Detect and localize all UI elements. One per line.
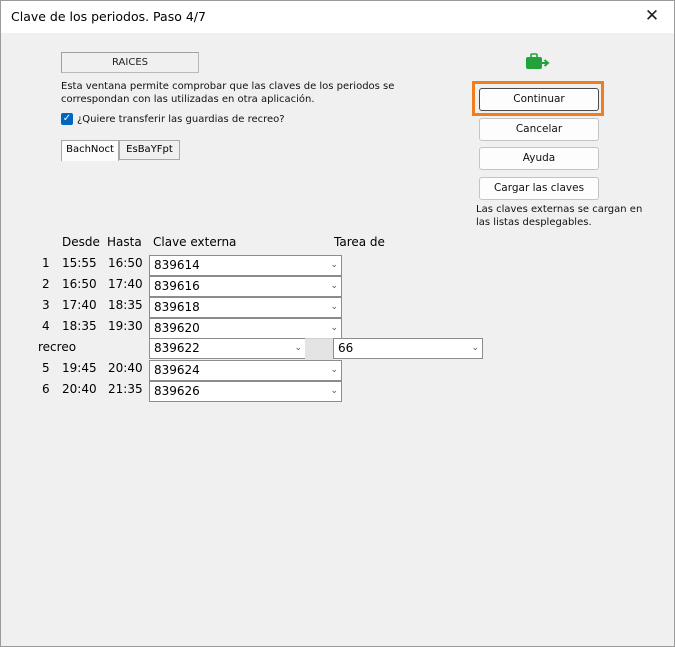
clave-externa-select[interactable]: 839618 ⌄ xyxy=(149,297,342,318)
checkmark-icon: ✓ xyxy=(62,113,72,124)
select-value: 839624 xyxy=(154,363,200,377)
period-number: 1 xyxy=(42,256,50,270)
load-note: Las claves externas se cargan en las lis… xyxy=(476,204,643,228)
header-clave-externa: Clave externa xyxy=(153,235,237,249)
window-title: Clave de los periodos. Paso 4/7 xyxy=(11,9,206,24)
select-value: 839616 xyxy=(154,279,200,293)
continuar-button[interactable]: Continuar xyxy=(479,88,599,111)
period-desde: 16:50 xyxy=(62,277,97,291)
chevron-down-icon: ⌄ xyxy=(330,323,338,333)
recreo-label: recreo xyxy=(38,340,77,354)
green-briefcase-arrow-icon xyxy=(524,53,550,75)
chevron-down-icon: ⌄ xyxy=(330,386,338,396)
select-value: 66 xyxy=(338,341,354,355)
period-desde: 15:55 xyxy=(62,256,97,270)
transfer-guardias-label[interactable]: ¿Quiere transferir las guardias de recre… xyxy=(77,113,285,126)
clave-externa-select[interactable]: 839624 ⌄ xyxy=(149,360,342,381)
ayuda-button[interactable]: Ayuda xyxy=(479,147,599,170)
clave-externa-select[interactable]: 839626 ⌄ xyxy=(149,381,342,402)
period-number: 5 xyxy=(42,361,50,375)
raices-label: RAICES xyxy=(61,52,199,73)
header-desde: Desde xyxy=(62,235,100,249)
period-desde: 18:35 xyxy=(62,319,97,333)
period-hasta: 19:30 xyxy=(108,319,143,333)
description-text: Esta ventana permite comprobar que las c… xyxy=(61,81,395,105)
chevron-down-icon: ⌄ xyxy=(471,343,479,353)
period-desde: 19:45 xyxy=(62,361,97,375)
period-number: 2 xyxy=(42,277,50,291)
close-icon[interactable]: ✕ xyxy=(630,1,674,33)
chevron-down-icon: ⌄ xyxy=(294,343,302,353)
select-value: 839626 xyxy=(154,384,200,398)
chevron-down-icon: ⌄ xyxy=(330,281,338,291)
cargar-claves-button[interactable]: Cargar las claves xyxy=(479,177,599,200)
period-number: 3 xyxy=(42,298,50,312)
chevron-down-icon: ⌄ xyxy=(330,365,338,375)
tarea-de-select[interactable]: 66 ⌄ xyxy=(333,338,483,359)
recreo-clave-select[interactable]: 839622 ⌄ xyxy=(149,338,306,359)
clave-externa-select[interactable]: 839620 ⌄ xyxy=(149,318,342,339)
period-desde: 17:40 xyxy=(62,298,97,312)
clave-externa-select[interactable]: 839616 ⌄ xyxy=(149,276,342,297)
period-hasta: 17:40 xyxy=(108,277,143,291)
title-bar: Clave de los periodos. Paso 4/7 ✕ xyxy=(1,1,674,33)
select-value: 839622 xyxy=(154,341,200,355)
chevron-down-icon: ⌄ xyxy=(330,260,338,270)
tab-bachnoct[interactable]: BachNoct xyxy=(61,140,119,161)
recreo-spacer xyxy=(305,338,333,361)
header-tarea-de: Tarea de xyxy=(334,235,385,249)
period-hasta: 21:35 xyxy=(108,382,143,396)
period-hasta: 16:50 xyxy=(108,256,143,270)
transfer-guardias-checkbox[interactable]: ✓ xyxy=(61,113,73,125)
cancelar-button[interactable]: Cancelar xyxy=(479,118,599,141)
select-value: 839620 xyxy=(154,321,200,335)
period-number: 6 xyxy=(42,382,50,396)
period-hasta: 20:40 xyxy=(108,361,143,375)
period-number: 4 xyxy=(42,319,50,333)
header-hasta: Hasta xyxy=(107,235,142,249)
select-value: 839618 xyxy=(154,300,200,314)
select-value: 839614 xyxy=(154,258,200,272)
period-hasta: 18:35 xyxy=(108,298,143,312)
clave-externa-select[interactable]: 839614 ⌄ xyxy=(149,255,342,276)
chevron-down-icon: ⌄ xyxy=(330,302,338,312)
dialog-window: Clave de los periodos. Paso 4/7 ✕ RAICES… xyxy=(0,0,675,647)
period-desde: 20:40 xyxy=(62,382,97,396)
tab-esbayfpt[interactable]: EsBaYFpt xyxy=(119,140,180,160)
